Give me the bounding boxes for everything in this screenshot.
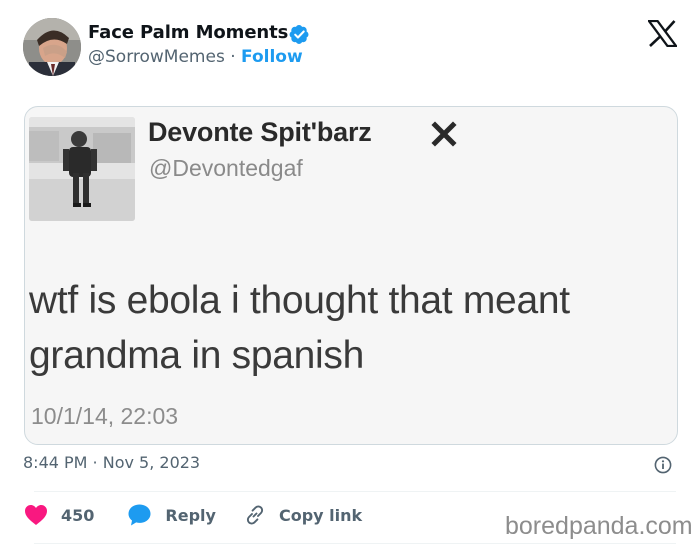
author-name[interactable]: Face Palm Moments bbox=[88, 22, 288, 43]
avatar-image bbox=[23, 18, 81, 76]
embedded-text-line: grandma in spanish bbox=[29, 334, 364, 377]
embedded-avatar-image bbox=[29, 117, 135, 221]
action-bar: 450 Reply Copy link bbox=[24, 500, 362, 530]
embedded-image[interactable]: Devonte Spit'barz @Devontedgaf wtf is eb… bbox=[24, 106, 678, 445]
embedded-avatar bbox=[29, 117, 135, 221]
info-icon[interactable] bbox=[654, 456, 672, 474]
link-icon bbox=[246, 505, 264, 525]
heart-icon bbox=[25, 505, 47, 525]
embedded-text-line: wtf is ebola i thought that meant bbox=[29, 279, 570, 322]
embedded-timestamp: 10/1/14, 22:03 bbox=[31, 403, 179, 429]
handle-row: @SorrowMemes · Follow bbox=[88, 47, 303, 67]
bottom-divider bbox=[34, 543, 676, 544]
reply-bubble-icon bbox=[128, 504, 151, 526]
like-button[interactable]: 450 bbox=[24, 504, 94, 526]
copy-link-label: Copy link bbox=[278, 505, 363, 525]
verified-badge-icon bbox=[289, 25, 309, 44]
author-handle[interactable]: @SorrowMemes bbox=[88, 47, 225, 67]
divider bbox=[34, 491, 676, 492]
close-x-icon bbox=[431, 121, 457, 147]
reply-button[interactable]: Reply bbox=[127, 503, 216, 527]
like-count: 450 bbox=[61, 505, 95, 525]
follow-button[interactable]: Follow bbox=[241, 47, 303, 67]
x-logo-icon[interactable] bbox=[648, 20, 677, 47]
embedded-author-handle: @Devontedgaf bbox=[149, 155, 303, 181]
reply-label: Reply bbox=[165, 505, 216, 525]
tweet-embed: Face Palm Moments @SorrowMemes · Follow bbox=[0, 0, 700, 550]
copy-link-button[interactable]: Copy link bbox=[244, 504, 362, 526]
embedded-author-name: Devonte Spit'barz bbox=[148, 117, 372, 147]
author-avatar[interactable] bbox=[23, 18, 81, 76]
post-timestamp[interactable]: 8:44 PM · Nov 5, 2023 bbox=[23, 453, 200, 472]
embedded-post-text: wtf is ebola i thought that meant grandm… bbox=[29, 273, 669, 383]
watermark: boredpanda.com bbox=[505, 512, 693, 540]
handle-separator: · bbox=[230, 47, 236, 67]
